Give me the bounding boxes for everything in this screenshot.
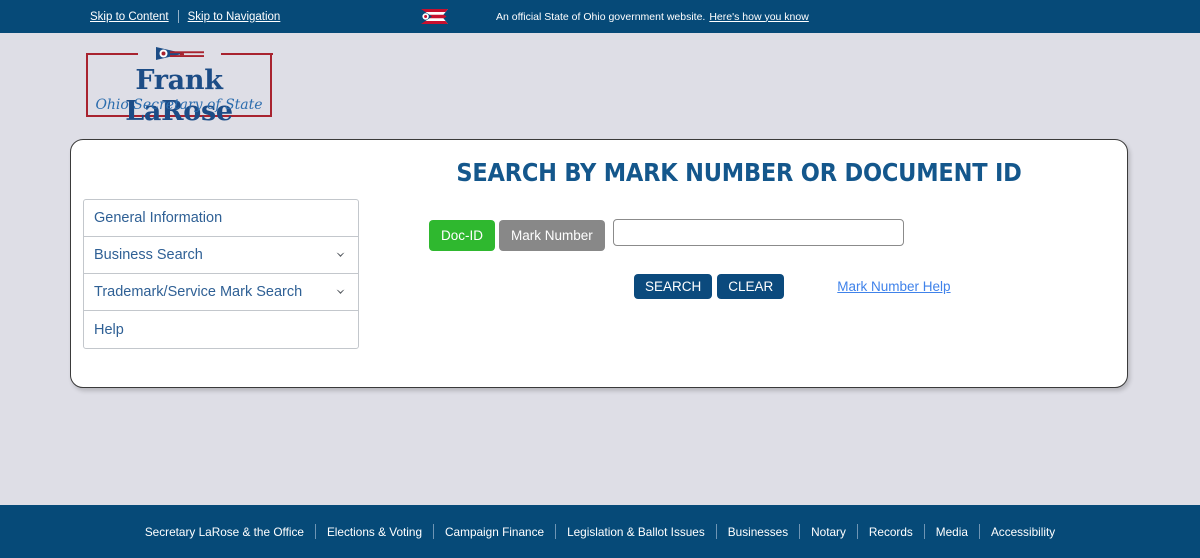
search-button[interactable]: SEARCH (634, 274, 713, 299)
mark-number-toggle-button[interactable]: Mark Number (499, 220, 605, 251)
sidebar-item-business-search[interactable]: Business Search (84, 237, 358, 274)
footer-link-accessibility[interactable]: Accessibility (980, 525, 1066, 539)
mark-number-help-link[interactable]: Mark Number Help (837, 279, 950, 294)
state-bar: Skip to Content Skip to Navigation An of… (0, 0, 1200, 33)
footer-link-legislation-ballot-issues[interactable]: Legislation & Ballot Issues (556, 525, 716, 539)
search-input[interactable] (613, 219, 904, 246)
logo-name: Frank LaRose (125, 65, 233, 127)
doc-id-toggle-button[interactable]: Doc-ID (429, 220, 496, 251)
footer: Secretary LaRose & the Office Elections … (0, 505, 1200, 558)
footer-link-elections-voting[interactable]: Elections & Voting (316, 525, 433, 539)
logo-subtitle: Ohio Secretary of State (95, 97, 263, 113)
search-actions: SEARCH CLEAR Mark Number Help (634, 274, 951, 299)
sidebar-item-label: Business Search (94, 247, 203, 263)
sidebar-item-label: General Information (94, 210, 223, 226)
sidebar-item-label: Trademark/Service Mark Search (94, 284, 303, 300)
sidebar-item-label: Help (94, 321, 124, 338)
sidebar-item-general-information[interactable]: General Information (84, 200, 358, 237)
footer-link-media[interactable]: Media (925, 525, 979, 539)
skip-to-navigation-link[interactable]: Skip to Navigation (188, 11, 281, 23)
sidebar-item-help[interactable]: Help (84, 311, 358, 348)
skip-to-content-link[interactable]: Skip to Content (90, 11, 169, 23)
official-notice: An official State of Ohio government web… (420, 7, 809, 26)
official-notice-text: An official State of Ohio government web… (496, 10, 706, 23)
footer-link-campaign-finance[interactable]: Campaign Finance (434, 525, 555, 539)
page-title: SEARCH BY MARK NUMBER OR DOCUMENT ID (456, 158, 1022, 187)
sidebar-menu: General Information Business Search Trad… (83, 199, 359, 349)
how-you-know-link[interactable]: Here's how you know (709, 11, 808, 23)
skip-links-divider (177, 10, 179, 23)
footer-link-notary[interactable]: Notary (800, 525, 857, 539)
chevron-down-icon[interactable] (336, 282, 345, 294)
chevron-down-icon[interactable] (336, 245, 345, 257)
footer-link-records[interactable]: Records (858, 525, 924, 539)
footer-link-businesses[interactable]: Businesses (717, 525, 799, 539)
sidebar-item-trademark-service-mark-search[interactable]: Trademark/Service Mark Search (84, 274, 358, 311)
ohio-flag-icon (420, 7, 450, 26)
ohio-pennant-icon (154, 45, 206, 67)
search-card: SEARCH BY MARK NUMBER OR DOCUMENT ID Gen… (70, 139, 1128, 388)
skip-links: Skip to Content Skip to Navigation (90, 10, 280, 23)
search-type-toggle: Doc-ID Mark Number (429, 220, 605, 251)
clear-button[interactable]: CLEAR (717, 274, 785, 299)
footer-nav: Secretary LaRose & the Office Elections … (134, 524, 1066, 539)
site-logo[interactable]: Frank LaRose Ohio Secretary of State (85, 45, 276, 127)
footer-link-secretary-larose-office[interactable]: Secretary LaRose & the Office (134, 525, 315, 539)
